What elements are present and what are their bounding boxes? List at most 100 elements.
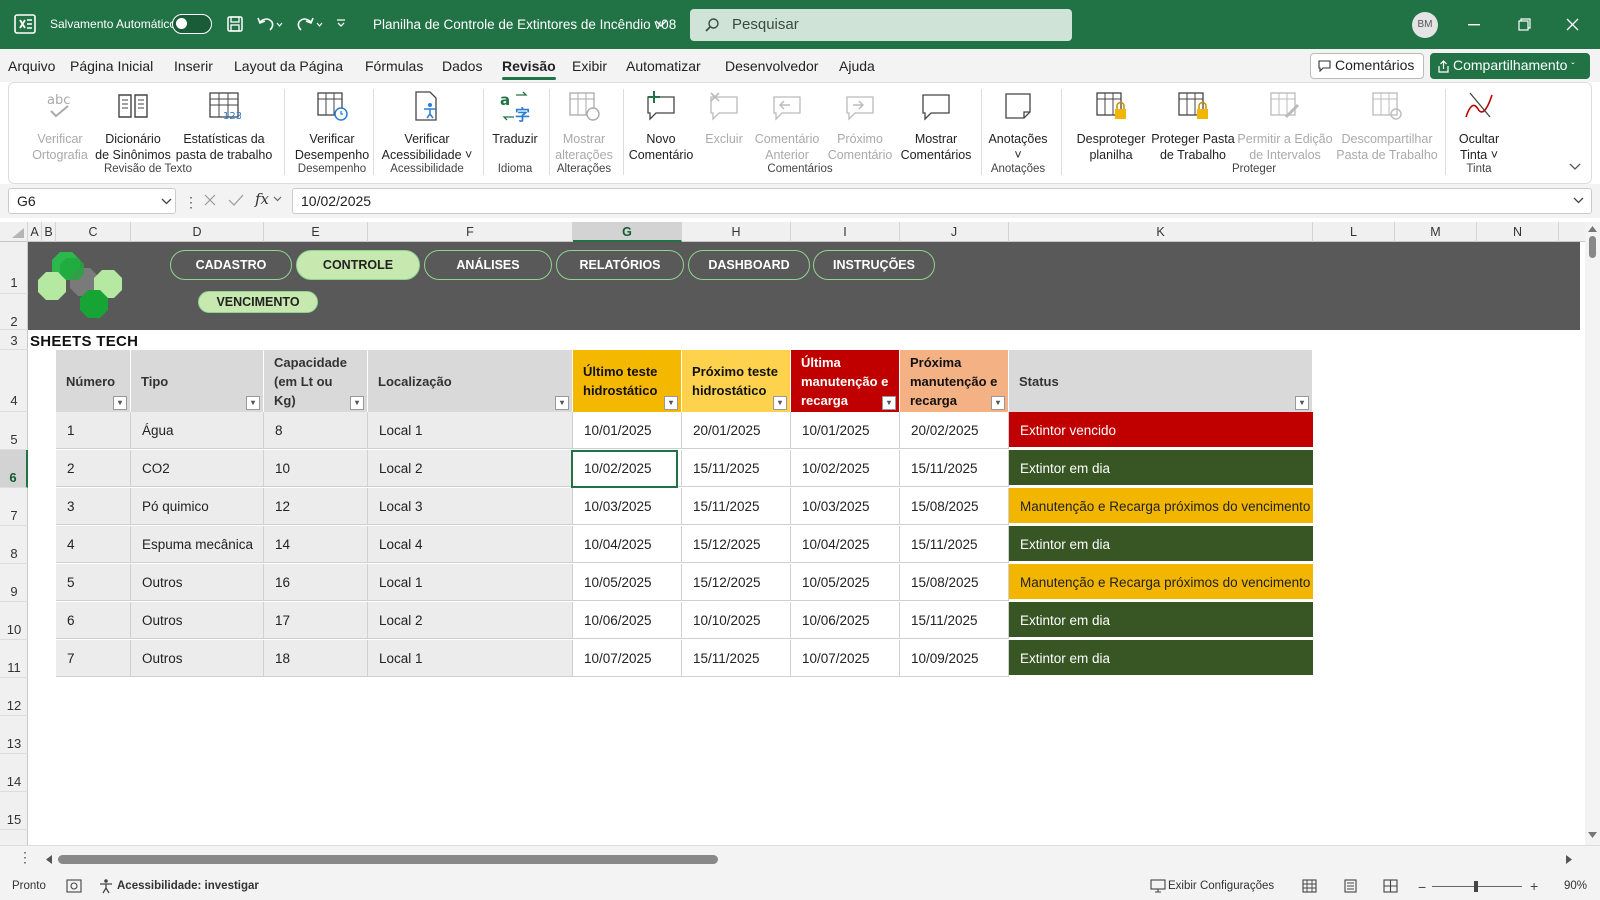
filter-dropdown-icon[interactable]: ▾ — [555, 396, 569, 410]
redo-icon[interactable] — [296, 14, 324, 34]
row-header[interactable]: 10 — [0, 602, 28, 640]
prev-comment-button[interactable]: Comentário Anterior — [749, 87, 825, 163]
next-comment-button[interactable]: Próximo Comentário — [825, 87, 895, 163]
cell-proxima-manutencao[interactable]: 15/11/2025 — [900, 602, 1009, 639]
thesaurus-button[interactable]: Dicionário de Sinônimos — [89, 87, 177, 163]
row-header[interactable]: 8 — [0, 526, 28, 564]
share-button[interactable]: Compartilhamento ˇ — [1430, 53, 1590, 79]
cell-numero[interactable]: 2 — [56, 450, 131, 487]
cell-localizacao[interactable]: Local 2 — [368, 450, 573, 487]
menu-inserir[interactable]: Inserir — [174, 58, 213, 74]
row-header[interactable]: 12 — [0, 678, 28, 716]
search-input[interactable]: Pesquisar — [690, 9, 1072, 41]
col-header[interactable]: J — [900, 222, 1009, 242]
show-changes-button[interactable]: Mostrar alterações — [550, 87, 618, 163]
cell-proxima-manutencao[interactable]: 15/11/2025 — [900, 526, 1009, 563]
cell-ultimo-teste[interactable]: 10/03/2025 — [573, 488, 682, 525]
menu-arquivo[interactable]: Arquivo — [8, 58, 55, 74]
minimize-icon[interactable] — [1468, 24, 1480, 26]
scroll-up-icon[interactable] — [1588, 226, 1597, 232]
col-header[interactable]: K — [1009, 222, 1313, 242]
menu-pagina-inicial[interactable]: Página Inicial — [70, 58, 153, 74]
undo-icon[interactable] — [255, 14, 283, 34]
cancel-icon[interactable] — [203, 193, 217, 207]
filter-dropdown-icon[interactable]: ▾ — [1295, 396, 1309, 410]
cell-ultima-manutencao[interactable]: 10/06/2025 — [791, 602, 900, 639]
nav-cadastro[interactable]: CADASTRO — [170, 250, 292, 280]
cell-numero[interactable]: 7 — [56, 640, 131, 677]
filter-dropdown-icon[interactable]: ▾ — [991, 396, 1005, 410]
cell-proximo-teste[interactable]: 20/01/2025 — [682, 412, 791, 449]
cell-ultimo-teste[interactable]: 10/01/2025 — [573, 412, 682, 449]
vertical-scroll-thumb[interactable] — [1589, 236, 1596, 258]
cell-status[interactable]: Extintor em dia — [1009, 602, 1313, 638]
col-header[interactable]: L — [1313, 222, 1395, 242]
document-title[interactable]: Planilha de Controle de Extintores de In… — [373, 17, 676, 32]
nav-analises[interactable]: ANÁLISES — [424, 250, 552, 280]
cell-proximo-teste[interactable]: 15/11/2025 — [682, 488, 791, 525]
cell-proximo-teste[interactable]: 15/11/2025 — [682, 450, 791, 487]
cell-numero[interactable]: 5 — [56, 564, 131, 601]
filter-dropdown-icon[interactable]: ▾ — [664, 396, 678, 410]
cell-numero[interactable]: 1 — [56, 412, 131, 449]
cell-status[interactable]: Manutenção e Recarga próximos do vencime… — [1009, 564, 1313, 600]
workbook-stats-button[interactable]: 123 Estatísticas da pasta de trabalho — [169, 87, 279, 163]
row-header[interactable]: 4 — [0, 350, 28, 412]
cell-numero[interactable]: 6 — [56, 602, 131, 639]
cell-tipo[interactable]: Água — [131, 412, 264, 449]
normal-view-icon[interactable] — [1302, 879, 1317, 893]
col-header[interactable]: B — [42, 222, 56, 242]
cell-ultimo-teste[interactable]: 10/07/2025 — [573, 640, 682, 677]
col-header[interactable]: C — [56, 222, 131, 242]
cell-proximo-teste[interactable]: 15/11/2025 — [682, 640, 791, 677]
cell-proxima-manutencao[interactable]: 15/11/2025 — [900, 450, 1009, 487]
cell-numero[interactable]: 4 — [56, 526, 131, 563]
row-header[interactable]: 5 — [0, 412, 28, 450]
nav-vencimento[interactable]: VENCIMENTO — [198, 291, 318, 313]
cell-tipo[interactable]: Pó quimico — [131, 488, 264, 525]
horizontal-scroll-thumb[interactable] — [58, 855, 718, 864]
zoom-level[interactable]: 90% — [1564, 880, 1587, 892]
cell-ultimo-teste[interactable]: 10/04/2025 — [573, 526, 682, 563]
accessibility-status-icon[interactable] — [98, 878, 114, 894]
autosave-toggle[interactable] — [172, 14, 212, 34]
filter-dropdown-icon[interactable]: ▾ — [113, 396, 127, 410]
cell-ultima-manutencao[interactable]: 10/04/2025 — [791, 526, 900, 563]
col-header[interactable]: F — [368, 222, 573, 242]
cell-status[interactable]: Manutenção e Recarga próximos do vencime… — [1009, 488, 1313, 524]
zoom-in-icon[interactable]: + — [1530, 878, 1538, 894]
menu-revisao[interactable]: Revisão — [502, 58, 556, 80]
cell-localizacao[interactable]: Local 4 — [368, 526, 573, 563]
page-layout-view-icon[interactable] — [1343, 879, 1358, 893]
menu-exibir[interactable]: Exibir — [572, 58, 607, 74]
avatar[interactable]: BM — [1412, 12, 1438, 38]
col-header[interactable]: A — [28, 222, 42, 242]
col-header-selected[interactable]: G — [573, 222, 682, 242]
scroll-right-icon[interactable] — [1566, 855, 1572, 864]
menu-ajuda[interactable]: Ajuda — [839, 58, 875, 74]
cell-localizacao[interactable]: Local 1 — [368, 564, 573, 601]
nav-relatorios[interactable]: RELATÓRIOS — [556, 250, 684, 280]
filter-dropdown-icon[interactable]: ▾ — [246, 396, 260, 410]
cell-ultima-manutencao[interactable]: 10/03/2025 — [791, 488, 900, 525]
menu-automatizar[interactable]: Automatizar — [626, 58, 701, 74]
cell-proxima-manutencao[interactable]: 10/09/2025 — [900, 640, 1009, 677]
zoom-slider-thumb[interactable] — [1474, 881, 1478, 892]
filter-dropdown-icon[interactable]: ▾ — [773, 396, 787, 410]
row-header[interactable]: 14 — [0, 754, 28, 792]
unprotect-sheet-button[interactable]: Desproteger planilha — [1069, 87, 1153, 163]
menu-desenvolvedor[interactable]: Desenvolvedor — [725, 58, 818, 74]
cell-proxima-manutencao[interactable]: 15/08/2025 — [900, 488, 1009, 525]
accessibility-status[interactable]: Acessibilidade: investigar — [117, 880, 259, 892]
nav-controle[interactable]: CONTROLE — [296, 250, 420, 280]
notes-button[interactable]: Anotações ˅ — [983, 87, 1053, 163]
scroll-down-icon[interactable] — [1588, 832, 1597, 838]
translate-button[interactable]: a字 Traduzir — [484, 87, 546, 147]
display-settings-icon[interactable] — [1150, 879, 1166, 893]
filter-dropdown-icon[interactable]: ▾ — [350, 396, 364, 410]
fx-dropdown-icon[interactable] — [273, 196, 282, 202]
name-box[interactable]: G6 — [8, 188, 176, 214]
cell-localizacao[interactable]: Local 1 — [368, 640, 573, 677]
check-performance-button[interactable]: Verificar Desempenho — [287, 87, 377, 163]
vertical-scrollbar[interactable] — [1585, 222, 1600, 845]
